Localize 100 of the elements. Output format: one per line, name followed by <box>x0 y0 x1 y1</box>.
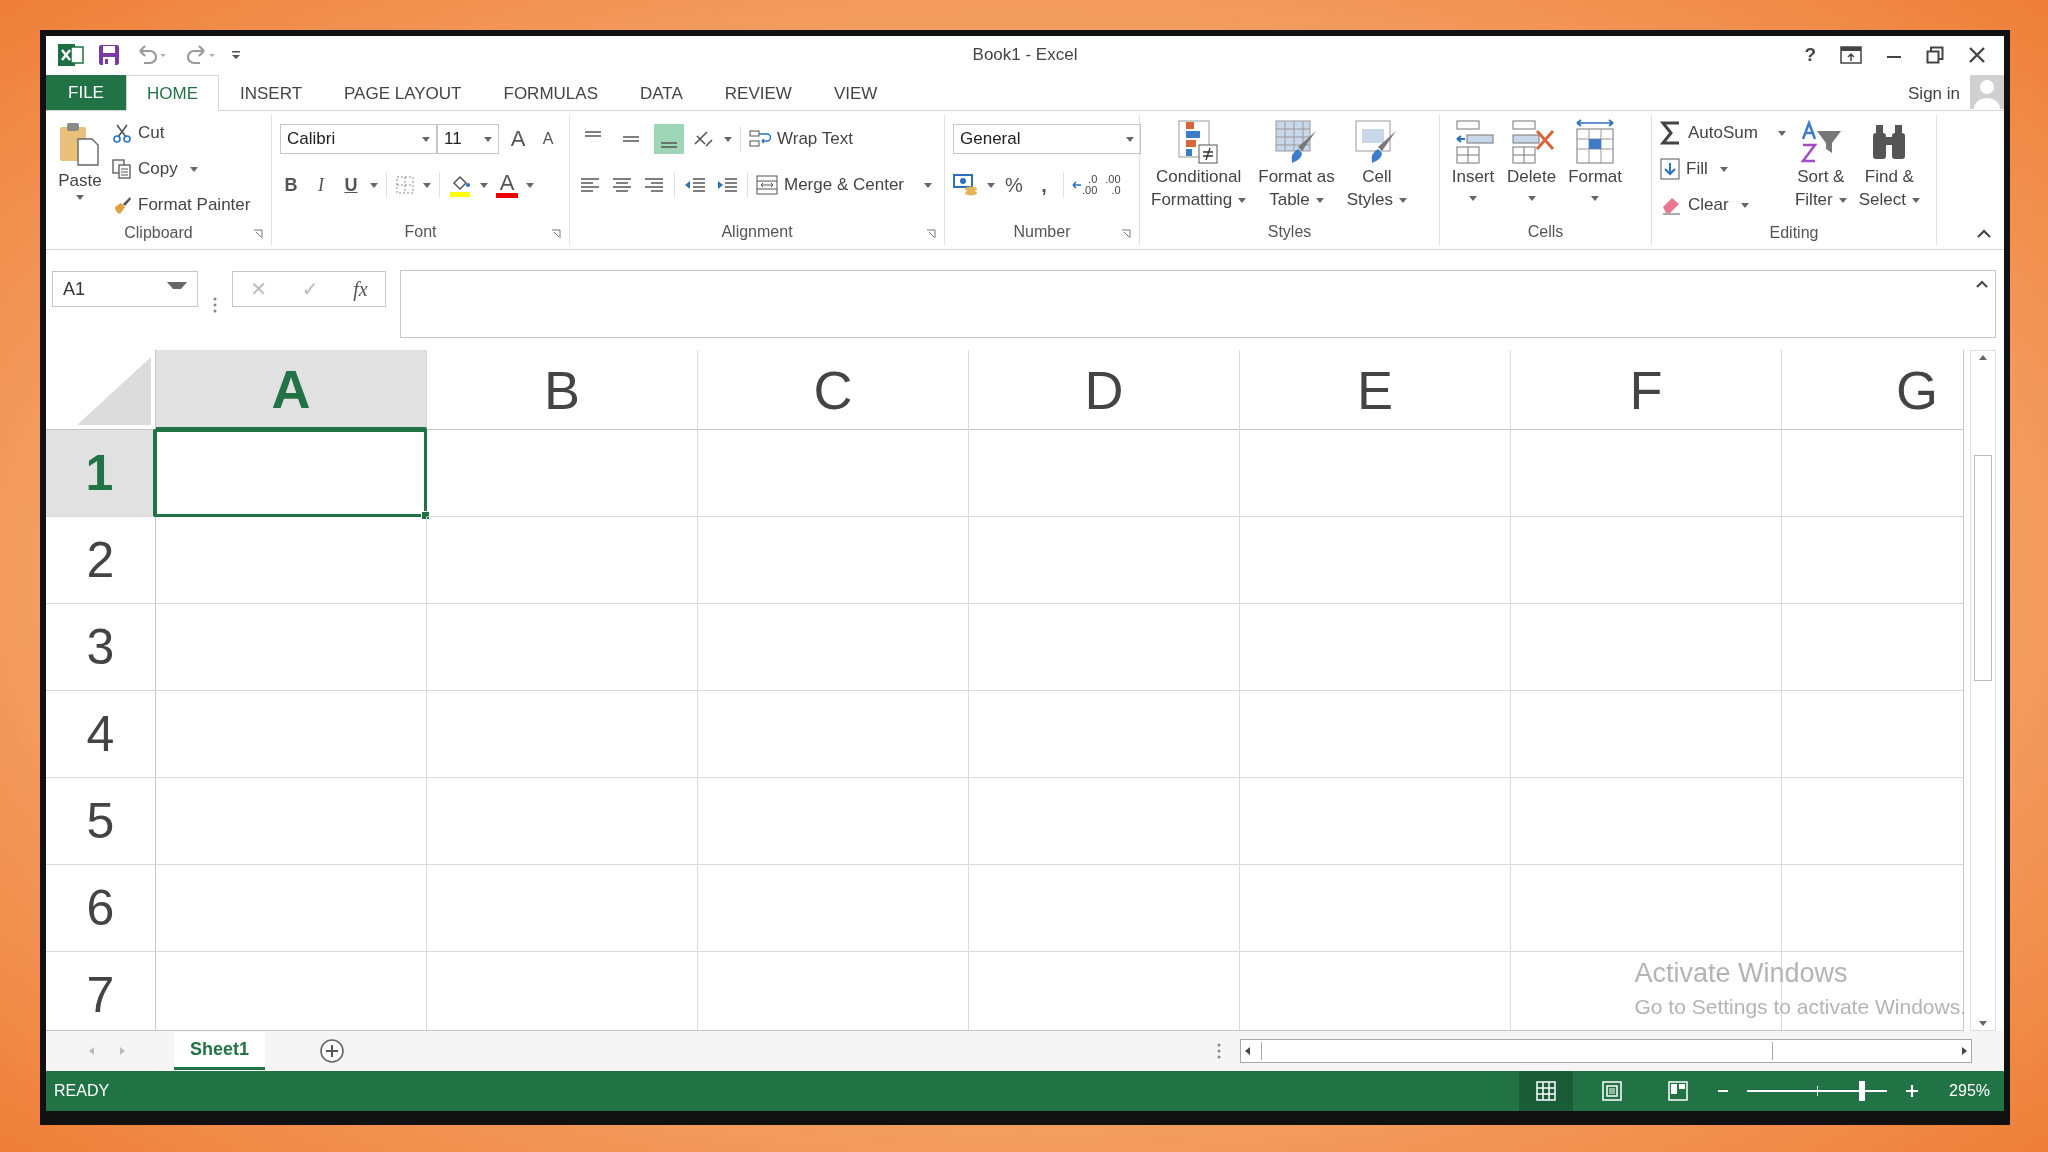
grid-cell[interactable] <box>698 430 969 517</box>
number-format-field[interactable]: General <box>953 124 1141 154</box>
grid-cell[interactable] <box>698 604 969 691</box>
grid-cell[interactable] <box>156 865 427 952</box>
percent-button[interactable]: % <box>1003 173 1025 197</box>
row-header[interactable]: 4 <box>46 691 156 778</box>
row-header[interactable]: 6 <box>46 865 156 952</box>
grid-cell[interactable] <box>698 517 969 604</box>
merge-center-button[interactable]: Merge & Center <box>756 169 932 201</box>
grid-cell[interactable] <box>969 865 1240 952</box>
add-sheet-icon[interactable] <box>319 1038 346 1064</box>
normal-view-button[interactable] <box>1519 1071 1574 1111</box>
close-icon[interactable] <box>1968 46 1986 64</box>
dialog-launcher-icon[interactable] <box>253 229 263 239</box>
restore-icon[interactable] <box>1926 46 1944 64</box>
clear-button[interactable]: Clear <box>1660 189 1786 221</box>
find-select-button[interactable]: Find & Select <box>1855 117 1923 213</box>
ribbon-tab[interactable]: REVIEW <box>703 76 813 111</box>
insert-cells-button[interactable]: Insert <box>1448 117 1498 203</box>
wrap-text-button[interactable]: Wrap Text <box>749 123 853 155</box>
vertical-scrollbar[interactable] <box>1970 350 1996 1031</box>
zoom-slider-thumb[interactable] <box>1858 1081 1865 1101</box>
customize-toolbar-icon[interactable] <box>230 48 242 62</box>
bold-button[interactable]: B <box>280 174 302 196</box>
grid-cell[interactable] <box>156 691 427 778</box>
ribbon-tab[interactable]: DATA <box>619 76 704 111</box>
cell-styles-button[interactable]: Cell Styles <box>1343 117 1411 213</box>
grid-cell[interactable] <box>1240 430 1511 517</box>
borders-icon[interactable] <box>395 175 415 195</box>
scroll-thumb[interactable] <box>1974 455 1992 681</box>
grid-cell[interactable] <box>969 691 1240 778</box>
row-header[interactable]: 1 <box>46 430 156 517</box>
grid-cell[interactable] <box>969 778 1240 865</box>
ribbon-tab[interactable]: INSERT <box>219 76 324 111</box>
grid-cell[interactable] <box>1511 517 1782 604</box>
grid-cell[interactable] <box>1511 691 1782 778</box>
grid-cell[interactable] <box>427 517 698 604</box>
grid-cell[interactable] <box>969 517 1240 604</box>
decrease-decimal-button[interactable]: .00 .0 <box>1105 174 1121 196</box>
format-painter-button[interactable]: Format Painter <box>112 189 251 221</box>
excel-logo-icon[interactable] <box>58 43 84 67</box>
fill-button[interactable]: Fill <box>1660 153 1786 185</box>
column-header[interactable]: F <box>1511 350 1782 430</box>
sheet-tab[interactable]: Sheet1 <box>174 1032 266 1070</box>
ribbon-display-icon[interactable] <box>1840 46 1862 64</box>
sort-filter-button[interactable]: Sort & Filter <box>1791 117 1850 213</box>
scroll-thumb[interactable] <box>1261 1042 1773 1060</box>
copy-button[interactable]: Copy <box>112 153 251 185</box>
formula-input-field[interactable] <box>400 270 1996 338</box>
help-button[interactable]: ? <box>1804 44 1816 66</box>
cut-button[interactable]: Cut <box>112 117 251 149</box>
grid-cell[interactable] <box>427 865 698 952</box>
grid-cell[interactable] <box>698 691 969 778</box>
align-center-icon[interactable] <box>610 175 634 195</box>
collapse-ribbon-icon[interactable] <box>1976 229 1992 239</box>
row-header[interactable]: 3 <box>46 604 156 691</box>
column-header[interactable]: B <box>427 350 698 430</box>
avatar-icon[interactable] <box>1970 75 2004 109</box>
column-header[interactable]: D <box>969 350 1240 430</box>
comma-style-button[interactable]: , <box>1033 173 1055 197</box>
grid-cell[interactable] <box>1240 865 1511 952</box>
file-tab[interactable]: FILE <box>46 75 126 110</box>
ribbon-tab[interactable]: VIEW <box>812 76 899 111</box>
format-cells-button[interactable]: Format <box>1565 117 1625 203</box>
save-icon[interactable] <box>98 44 120 66</box>
zoom-in-icon[interactable] <box>1905 1084 1920 1098</box>
dialog-launcher-icon[interactable] <box>551 229 561 239</box>
format-as-table-button[interactable]: Format as Table <box>1255 117 1338 213</box>
grid-cell[interactable] <box>1511 604 1782 691</box>
column-header[interactable]: G <box>1782 350 1963 430</box>
grid-cell[interactable] <box>969 604 1240 691</box>
dialog-launcher-icon[interactable] <box>1121 229 1131 239</box>
increase-indent-icon[interactable] <box>715 175 739 195</box>
grid-cell[interactable] <box>1240 517 1511 604</box>
grid-cell[interactable] <box>156 778 427 865</box>
grid-cell[interactable] <box>427 430 698 517</box>
split-handle-icon[interactable] <box>1216 1042 1222 1060</box>
grid-cell[interactable] <box>427 604 698 691</box>
font-size-field[interactable]: 11 <box>437 124 499 154</box>
fill-color-icon[interactable] <box>448 173 472 197</box>
increase-decimal-button[interactable]: .0 .00 <box>1072 174 1098 196</box>
grid-cell[interactable] <box>698 865 969 952</box>
increase-font-button[interactable]: A <box>507 126 529 152</box>
paste-button[interactable]: Paste <box>54 117 106 204</box>
grid-cell[interactable] <box>1511 865 1782 952</box>
conditional-formatting-button[interactable]: Conditional Formatting <box>1148 117 1250 213</box>
select-all-corner[interactable] <box>46 350 156 430</box>
collapse-formula-bar-icon[interactable] <box>1975 279 1989 289</box>
grid-cell[interactable] <box>1240 691 1511 778</box>
ribbon-tab[interactable]: HOME <box>126 75 219 111</box>
grid-cell[interactable] <box>698 778 969 865</box>
font-color-button[interactable]: A <box>496 172 518 198</box>
grid-cell[interactable] <box>1240 778 1511 865</box>
grid-cell[interactable] <box>1511 778 1782 865</box>
grid-cell[interactable] <box>1511 430 1782 517</box>
zoom-level[interactable]: 295% <box>1949 1082 1990 1100</box>
row-header[interactable]: 2 <box>46 517 156 604</box>
align-left-icon[interactable] <box>578 175 602 195</box>
grid-cell[interactable] <box>969 430 1240 517</box>
grid-cell[interactable] <box>1240 604 1511 691</box>
